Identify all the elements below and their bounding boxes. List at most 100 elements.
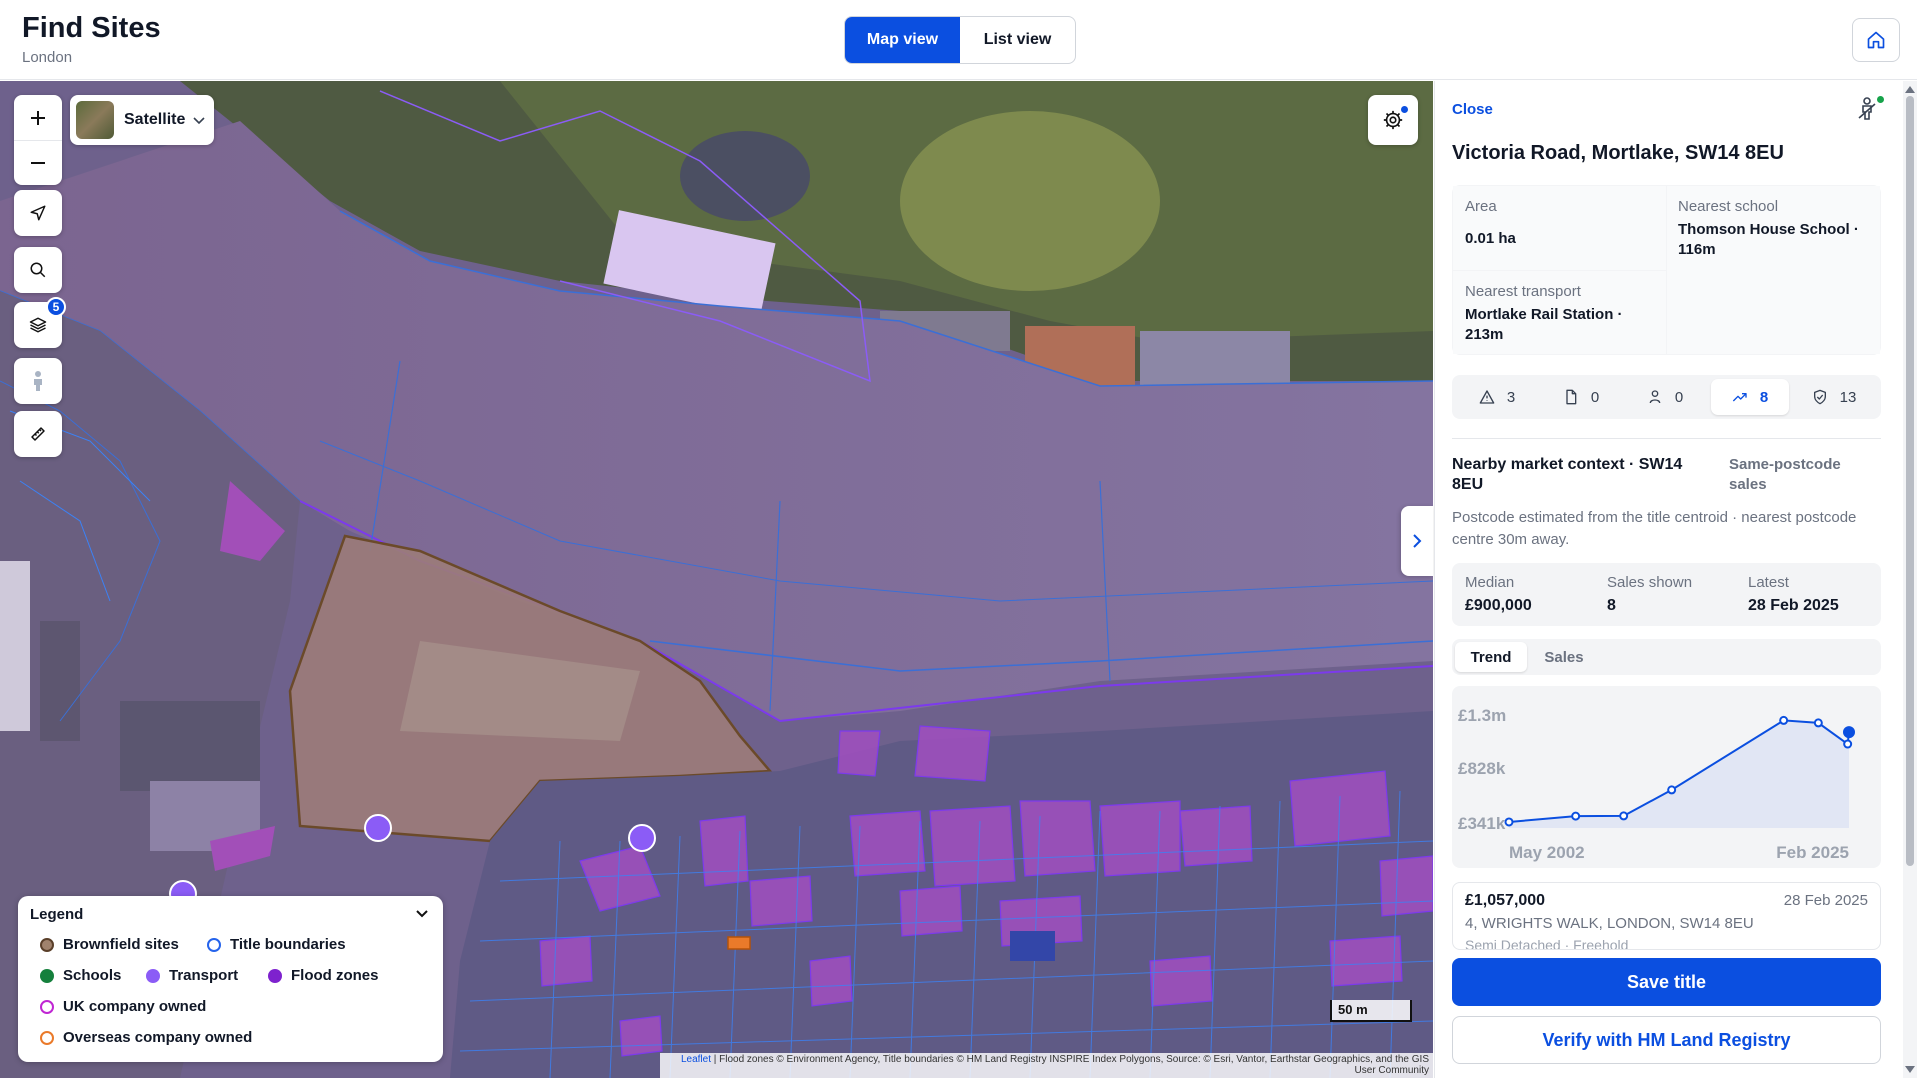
scrollbar-thumb[interactable]	[1906, 96, 1914, 866]
title-boundaries-swatch	[207, 937, 221, 952]
legend-item-schools: Schools	[40, 967, 121, 984]
trend-point	[1571, 811, 1581, 821]
chevron-down-icon	[416, 910, 428, 918]
market-context-title: Nearby market context · SW14 8EU	[1452, 456, 1683, 493]
pegman-icon	[1858, 97, 1876, 120]
constraints-metric[interactable]: 3	[1458, 379, 1536, 415]
shield-check-icon	[1813, 389, 1826, 405]
planning-metric[interactable]: 0	[1542, 379, 1620, 415]
latest-sale-card[interactable]: £1,057,000 28 Feb 2025 4, WRIGHTS WALK, …	[1452, 882, 1881, 950]
overseas-company-swatch	[40, 1030, 54, 1045]
trend-up-icon	[1732, 393, 1747, 402]
collapse-panel-button[interactable]	[1401, 506, 1433, 576]
legend-label: Flood zones	[291, 967, 379, 984]
price-trend-chart: £1.3m £828k £341k May 2002 Feb 2025	[1452, 686, 1881, 868]
attribution-text: | Flood zones © Environment Agency, Titl…	[710, 1054, 1429, 1076]
map-legend: Legend Brownfield sites Title boundaries…	[18, 896, 443, 1062]
legend-label: Schools	[63, 967, 122, 984]
person-icon	[1649, 390, 1661, 404]
list-view-button[interactable]: List view	[960, 17, 1075, 63]
home-button[interactable]	[1852, 18, 1900, 62]
street-view-status-dot	[1877, 96, 1884, 103]
median-label: Median	[1465, 574, 1515, 591]
legend-item-flood-zones: Flood zones	[268, 967, 379, 984]
app-header: Find Sites London Map view List view	[0, 0, 1917, 80]
satellite-thumbnail	[76, 101, 114, 139]
checks-metric[interactable]: 13	[1795, 379, 1873, 415]
measure-button[interactable]	[14, 411, 62, 457]
page-title: Find Sites	[22, 12, 161, 44]
nearest-school-label: Nearest school	[1678, 198, 1779, 215]
uk-company-swatch	[40, 999, 54, 1014]
legend-item-title-boundaries: Title boundaries	[207, 936, 346, 953]
sales-shown-value: 8	[1607, 597, 1616, 614]
y-tick-label: £1.3m	[1458, 706, 1506, 725]
chevron-right-icon	[1413, 534, 1422, 548]
nearest-transport-value: Mortlake Rail Station · 213m	[1465, 306, 1623, 343]
nearest-transport-label: Nearest transport	[1465, 283, 1581, 300]
market-context-tag: Same-postcode sales	[1729, 456, 1841, 493]
leaflet-link[interactable]: Leaflet	[681, 1054, 711, 1065]
median-value: £900,000	[1465, 597, 1532, 614]
map-view-button[interactable]: Map view	[845, 17, 960, 63]
metric-value: 8	[1759, 388, 1769, 406]
price-trend-svg: £1.3m £828k £341kMay 2002 Feb 2025	[1458, 706, 1855, 862]
layers-count-badge: 5	[46, 297, 66, 317]
legend-collapse-button[interactable]	[415, 906, 429, 925]
zoom-in-button[interactable]	[14, 95, 62, 140]
zoom-out-button[interactable]	[14, 140, 62, 185]
trend-point	[1843, 739, 1853, 749]
legend-item-transport: Transport	[146, 967, 238, 984]
street-view-toggle[interactable]	[1856, 96, 1878, 127]
minus-icon	[31, 162, 45, 164]
metric-value: 13	[1839, 388, 1857, 406]
trend-point	[1667, 785, 1677, 795]
plus-icon	[31, 110, 45, 125]
basemap-selector[interactable]: Satellite	[70, 95, 214, 145]
schools-swatch	[40, 968, 54, 983]
metric-value: 3	[1506, 388, 1516, 406]
gear-icon	[1383, 110, 1403, 130]
flood-zones-swatch	[268, 968, 282, 983]
legend-item-uk-company: UK company owned	[40, 998, 206, 1015]
verify-land-registry-button[interactable]: Verify with HM Land Registry	[1452, 1016, 1881, 1064]
sales-metric[interactable]: 8	[1711, 379, 1789, 415]
x-tick-label: Feb 2025	[1776, 843, 1849, 862]
scroll-down-arrow[interactable]	[1905, 1066, 1915, 1073]
locate-button[interactable]	[14, 190, 62, 236]
section-divider	[1452, 438, 1881, 439]
trend-point	[1813, 718, 1823, 728]
latest-label: Latest	[1748, 574, 1789, 591]
tab-sales[interactable]: Sales	[1529, 642, 1599, 672]
legend-label: Brownfield sites	[63, 936, 179, 953]
latest-value: 28 Feb 2025	[1748, 597, 1839, 614]
scale-bar: 50 m	[1330, 1000, 1412, 1022]
legend-label: UK company owned	[63, 998, 207, 1015]
view-toggle: Map view List view	[844, 16, 1076, 64]
sale-price: £1,057,000	[1465, 892, 1546, 909]
map-settings-button[interactable]	[1368, 95, 1418, 145]
sale-address: 4, WRIGHTS WALK, LONDON, SW14 8EU	[1465, 915, 1754, 932]
close-panel-link[interactable]: Close	[1452, 101, 1493, 118]
site-title: Victoria Road, Mortlake, SW14 8EU	[1452, 142, 1784, 164]
owners-metric[interactable]: 0	[1626, 379, 1704, 415]
search-button[interactable]	[14, 247, 62, 293]
transport-swatch	[146, 968, 160, 983]
save-title-button[interactable]: Save title	[1452, 958, 1881, 1006]
y-tick-label: £341k	[1458, 814, 1506, 833]
tab-trend[interactable]: Trend	[1455, 642, 1527, 672]
trend-point	[1779, 715, 1789, 725]
legend-title: Legend	[30, 906, 84, 923]
street-view-button[interactable]	[14, 358, 62, 404]
pegman-icon	[34, 371, 42, 391]
scroll-up-arrow[interactable]	[1905, 86, 1915, 93]
zoom-controls	[14, 95, 62, 185]
trend-area	[1509, 720, 1849, 828]
sale-property-type: Semi Detached · Freehold	[1465, 937, 1629, 950]
trend-point	[1504, 817, 1514, 827]
legend-label: Transport	[169, 967, 239, 984]
site-facts: Area 0.01 ha Nearest school Thomson Hous…	[1452, 185, 1881, 355]
warning-icon	[1479, 390, 1495, 404]
legend-item-overseas-company: Overseas company owned	[40, 1029, 252, 1046]
metric-value: 0	[1674, 388, 1684, 406]
